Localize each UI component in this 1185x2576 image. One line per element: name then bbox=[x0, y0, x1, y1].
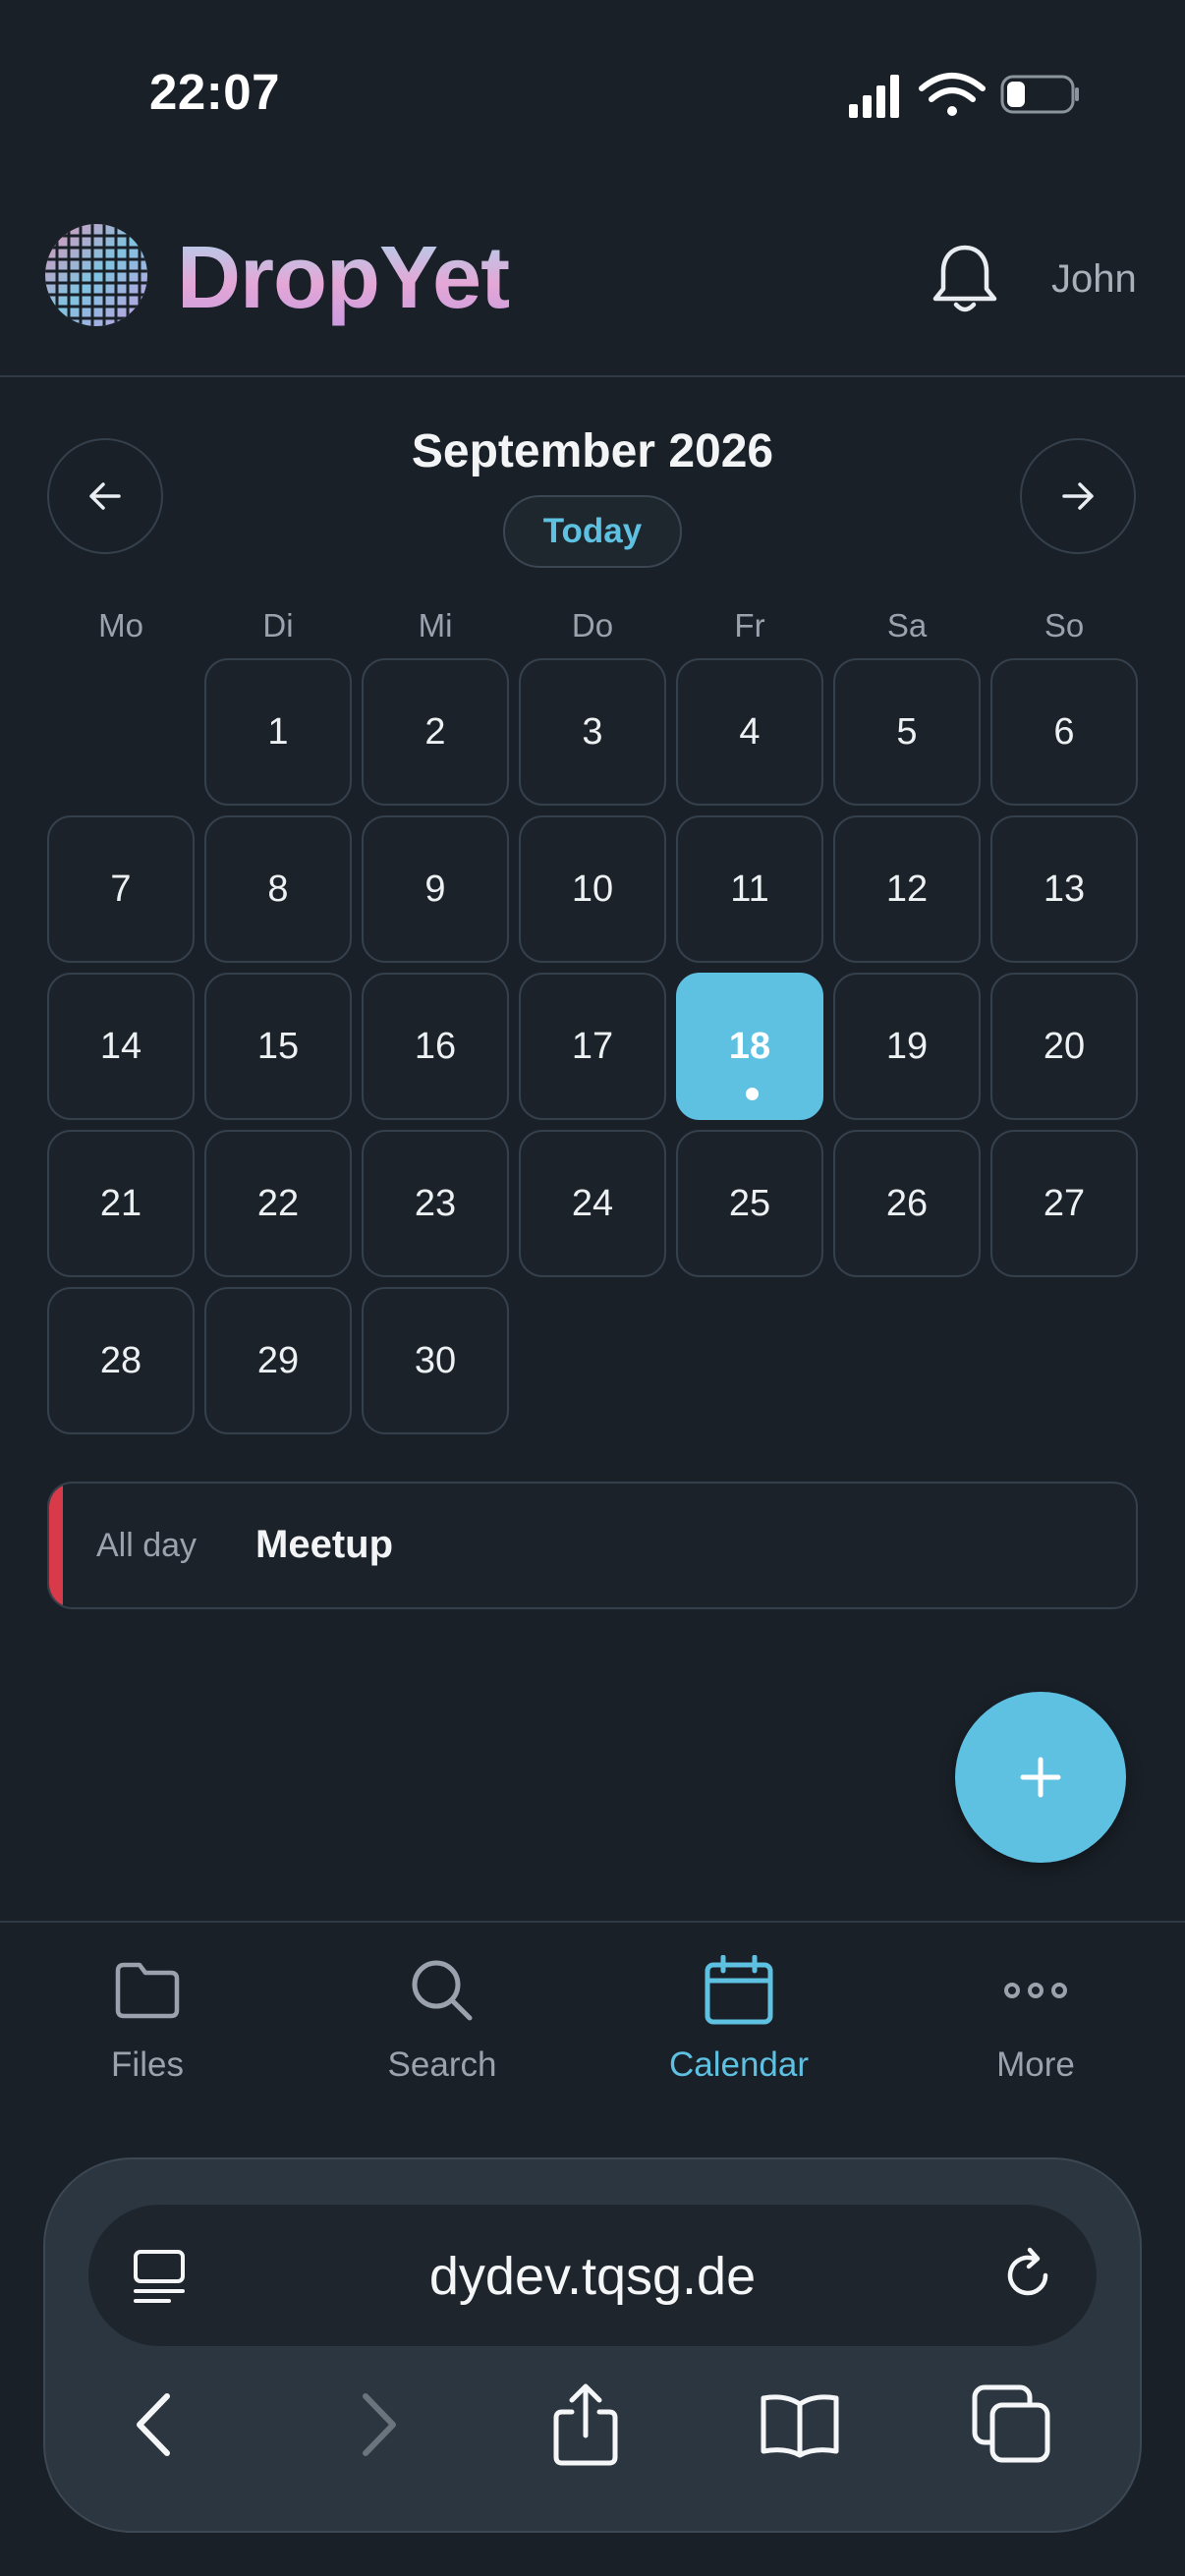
calendar-day[interactable]: 21 bbox=[47, 1130, 195, 1277]
event-time-label: All day bbox=[96, 1527, 198, 1564]
browser-back-button[interactable] bbox=[108, 2378, 202, 2472]
calendar-day[interactable]: 20 bbox=[990, 973, 1138, 1120]
header-divider bbox=[0, 375, 1185, 377]
calendar-day[interactable]: 9 bbox=[362, 815, 509, 963]
bell-icon[interactable] bbox=[930, 242, 1000, 316]
book-icon bbox=[761, 2394, 839, 2458]
calendar-day[interactable]: 22 bbox=[204, 1130, 352, 1277]
tabs-icon bbox=[972, 2384, 1050, 2463]
share-icon bbox=[553, 2383, 618, 2466]
calendar-day[interactable]: 15 bbox=[204, 973, 352, 1120]
calendar-day[interactable]: 29 bbox=[204, 1287, 352, 1434]
calendar-day-selected[interactable]: 18 bbox=[676, 973, 823, 1120]
calendar-day[interactable]: 10 bbox=[519, 815, 666, 963]
brand-name: DropYet bbox=[177, 229, 510, 327]
event-dot-indicator bbox=[746, 1088, 759, 1100]
arrow-right-icon bbox=[1062, 482, 1094, 510]
nav-item-files[interactable]: Files bbox=[29, 1955, 265, 2093]
nav-item-more[interactable]: More bbox=[918, 1955, 1154, 2093]
event-card[interactable]: All day Meetup bbox=[47, 1482, 1138, 1609]
calendar-day[interactable]: 4 bbox=[676, 658, 823, 806]
reload-icon[interactable] bbox=[998, 2246, 1057, 2305]
status-icons bbox=[849, 73, 1079, 118]
month-title: September 2026 bbox=[411, 425, 774, 477]
nav-label: More bbox=[996, 2045, 1075, 2084]
url-text[interactable]: dydev.tqsg.de bbox=[88, 2246, 1097, 2307]
battery-icon bbox=[1000, 75, 1079, 114]
weekday-label: Di bbox=[262, 607, 294, 644]
calendar-day[interactable]: 7 bbox=[47, 815, 195, 963]
share-button[interactable] bbox=[538, 2378, 633, 2472]
calendar-day[interactable]: 11 bbox=[676, 815, 823, 963]
logo-icon bbox=[45, 224, 147, 326]
browser-forward-button[interactable] bbox=[330, 2378, 424, 2472]
wifi-icon bbox=[919, 73, 986, 116]
next-month-button[interactable] bbox=[1020, 438, 1136, 554]
today-button[interactable]: Today bbox=[503, 495, 682, 568]
user-name[interactable]: John bbox=[1051, 257, 1137, 302]
calendar-icon bbox=[705, 1955, 773, 2025]
weekday-label: Mo bbox=[98, 607, 143, 644]
event-color-bar bbox=[49, 1484, 63, 1607]
signal-icon bbox=[849, 75, 899, 118]
nav-label: Search bbox=[387, 2045, 497, 2084]
folder-icon bbox=[115, 1962, 180, 2019]
day-number: 18 bbox=[728, 1025, 771, 1067]
add-event-button[interactable] bbox=[955, 1692, 1126, 1863]
calendar-day[interactable]: 26 bbox=[833, 1130, 981, 1277]
nav-item-calendar[interactable]: Calendar bbox=[621, 1955, 857, 2093]
calendar-day[interactable]: 2 bbox=[362, 658, 509, 806]
plus-icon bbox=[1020, 1757, 1061, 1798]
calendar-day[interactable]: 24 bbox=[519, 1130, 666, 1277]
calendar-day[interactable]: 19 bbox=[833, 973, 981, 1120]
search-icon bbox=[412, 1960, 473, 2021]
calendar-day[interactable]: 13 bbox=[990, 815, 1138, 963]
calendar-day[interactable]: 12 bbox=[833, 815, 981, 963]
calendar-day[interactable]: 25 bbox=[676, 1130, 823, 1277]
chevron-left-icon bbox=[137, 2393, 170, 2456]
chevron-right-icon bbox=[363, 2393, 396, 2456]
calendar-day[interactable]: 6 bbox=[990, 658, 1138, 806]
more-icon bbox=[1004, 1983, 1067, 1998]
tabs-button[interactable] bbox=[965, 2378, 1059, 2472]
nav-divider bbox=[0, 1921, 1185, 1923]
event-title: Meetup bbox=[255, 1523, 393, 1566]
calendar-day[interactable]: 5 bbox=[833, 658, 981, 806]
weekday-label: So bbox=[1044, 607, 1085, 644]
nav-item-search[interactable]: Search bbox=[324, 1955, 560, 2093]
bookmarks-button[interactable] bbox=[753, 2378, 847, 2472]
calendar-day[interactable]: 17 bbox=[519, 973, 666, 1120]
calendar-day[interactable]: 14 bbox=[47, 973, 195, 1120]
weekday-label: Do bbox=[571, 607, 614, 644]
calendar-day[interactable]: 1 bbox=[204, 658, 352, 806]
weekday-label: Fr bbox=[734, 607, 765, 644]
calendar-day[interactable]: 23 bbox=[362, 1130, 509, 1277]
nav-label: Calendar bbox=[668, 2045, 810, 2084]
nav-label: Files bbox=[111, 2045, 184, 2084]
calendar-day[interactable]: 27 bbox=[990, 1130, 1138, 1277]
weekday-label: Mi bbox=[418, 607, 453, 644]
status-time: 22:07 bbox=[149, 64, 280, 120]
arrow-left-icon bbox=[89, 482, 121, 510]
calendar-day[interactable]: 28 bbox=[47, 1287, 195, 1434]
calendar-day[interactable]: 16 bbox=[362, 973, 509, 1120]
calendar-day[interactable]: 3 bbox=[519, 658, 666, 806]
calendar-day[interactable]: 30 bbox=[362, 1287, 509, 1434]
calendar-day[interactable]: 8 bbox=[204, 815, 352, 963]
weekday-label: Sa bbox=[886, 607, 928, 644]
